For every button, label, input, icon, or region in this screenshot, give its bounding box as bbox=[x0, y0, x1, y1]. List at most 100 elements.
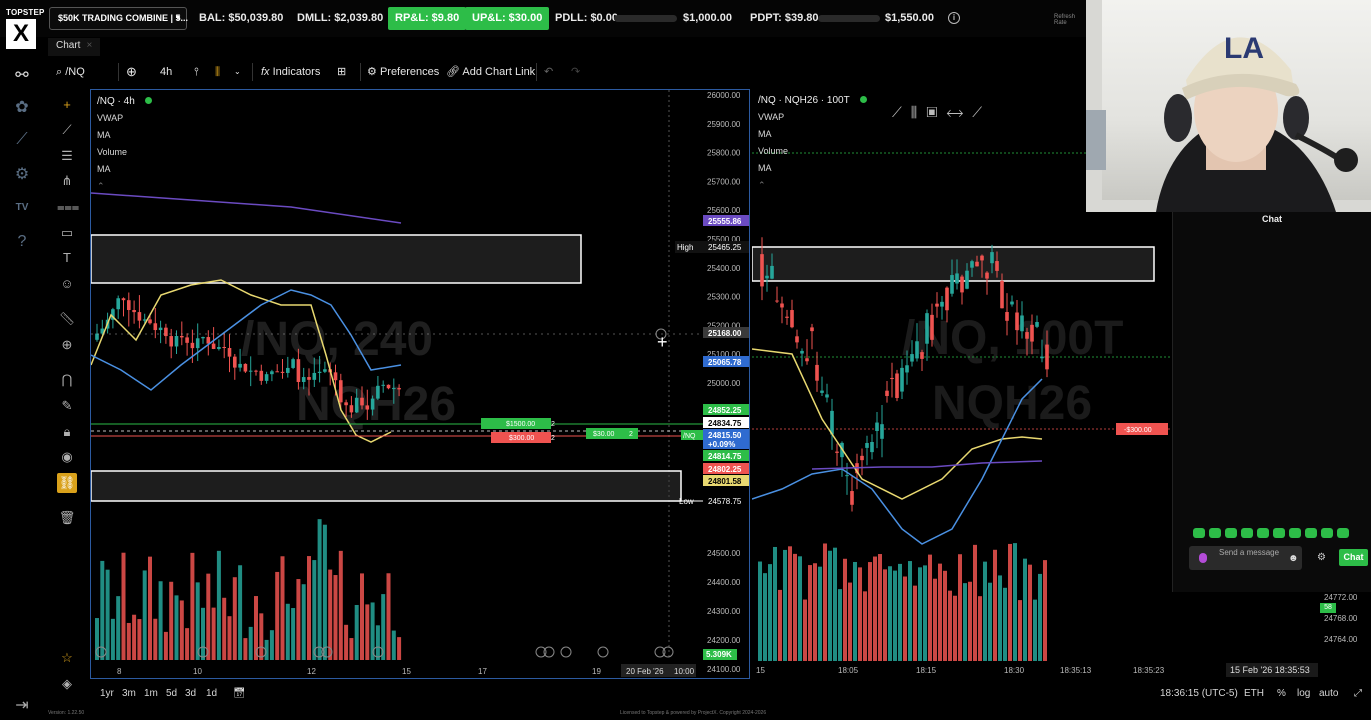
undo-icon[interactable]: ↶ bbox=[544, 64, 553, 80]
left-chart[interactable]: /NQ, 240 NQH26 $1500.00 2 $300.00 2 $30.00 2/NQ… bbox=[90, 89, 750, 679]
bar-style-icon[interactable]: ⫯ bbox=[194, 64, 199, 80]
candle-body bbox=[965, 270, 969, 289]
trendline-icon[interactable]: ⟋ bbox=[57, 120, 77, 140]
legend-volume[interactable]: Volume bbox=[758, 143, 867, 160]
time-axis-label: 18:15 bbox=[916, 666, 937, 675]
log-toggle[interactable]: log bbox=[1297, 688, 1310, 699]
legend-ma-1[interactable]: MA bbox=[758, 126, 867, 143]
date-range-icon[interactable]: 📅︎ bbox=[233, 688, 246, 699]
chevron-up-icon[interactable]: ⌃ bbox=[97, 178, 152, 195]
tv-nav-icon[interactable]: TV bbox=[10, 196, 34, 220]
volume-bar bbox=[391, 630, 396, 660]
chat-settings-icon[interactable]: ⚙ bbox=[1317, 552, 1326, 563]
tab-chart[interactable]: Chart × bbox=[48, 38, 101, 56]
chart-nav-icon[interactable]: ⚯ bbox=[10, 64, 34, 88]
info-icon[interactable]: i bbox=[948, 12, 960, 24]
legend-vwap[interactable]: VWAP bbox=[97, 110, 152, 127]
candle-body bbox=[174, 335, 179, 347]
redo-icon[interactable]: ↷ bbox=[571, 64, 580, 80]
legend-ma-2[interactable]: MA bbox=[758, 160, 867, 177]
session-toggle[interactable]: ETH bbox=[1244, 688, 1264, 699]
fib-icon[interactable]: ⩶ bbox=[57, 197, 79, 217]
range-1d[interactable]: 1d bbox=[206, 688, 217, 699]
range-3m[interactable]: 3m bbox=[122, 688, 136, 699]
text-icon[interactable]: T bbox=[57, 248, 77, 268]
star-icon[interactable]: ☆ bbox=[57, 648, 77, 668]
layout-grid-icon[interactable]: ⊞ bbox=[337, 64, 346, 80]
range-1yr[interactable]: 1yr bbox=[100, 688, 114, 699]
candle-body bbox=[142, 319, 147, 321]
percent-toggle[interactable]: % bbox=[1277, 688, 1286, 699]
lock-icon[interactable]: 🔒︎ bbox=[57, 422, 77, 442]
range-5d[interactable]: 5d bbox=[166, 688, 177, 699]
tab-chart-label: Chart bbox=[56, 40, 81, 51]
logout-icon[interactable]: ⇥ bbox=[10, 694, 34, 718]
candle-body bbox=[280, 371, 285, 373]
volume-bar bbox=[158, 581, 163, 660]
candle-style-icon[interactable]: ⫼ bbox=[215, 64, 220, 80]
add-compare-icon[interactable]: ⊕ bbox=[126, 64, 137, 80]
close-icon[interactable]: × bbox=[86, 40, 92, 51]
topstep-logo[interactable]: TOPSTEP X bbox=[6, 8, 44, 52]
help-nav-icon[interactable]: ? bbox=[10, 230, 34, 254]
preferences-button[interactable]: ⚙ Preferences bbox=[367, 64, 439, 80]
volume-bar bbox=[227, 616, 232, 660]
account-select[interactable]: $50K TRADING COMBINE | 5... ▾ bbox=[49, 7, 188, 30]
link-drawings-icon[interactable]: ⛓ bbox=[57, 473, 77, 493]
rectangle-icon[interactable]: ▭ bbox=[57, 223, 77, 243]
pitchfork-icon[interactable]: ⋔ bbox=[57, 171, 77, 191]
magnet-icon[interactable]: ⋂ bbox=[57, 370, 77, 390]
right-chart-draw-tools[interactable]: ⟋⫼▣⟷⟋ bbox=[892, 104, 1042, 124]
brush-icon[interactable]: ✎ bbox=[57, 396, 77, 416]
settings-nav-icon[interactable]: ⚙ bbox=[10, 163, 34, 187]
candle-body bbox=[222, 346, 226, 349]
time-axis-label: 15 bbox=[402, 667, 411, 676]
legend-volume[interactable]: Volume bbox=[97, 144, 152, 161]
left-chart-canvas[interactable]: /NQ, 240 NQH26 $1500.00 2 $300.00 2 $30.00 2/NQ… bbox=[91, 90, 749, 678]
volume-bar bbox=[873, 556, 877, 661]
price-box-label: 24852.25 bbox=[708, 406, 742, 415]
legend-ma-2[interactable]: MA bbox=[97, 161, 152, 178]
candle-body bbox=[1025, 332, 1029, 339]
eye-icon[interactable]: ◉ bbox=[57, 447, 77, 467]
range-1m[interactable]: 1m bbox=[144, 688, 158, 699]
time-axis-label: 18:05 bbox=[838, 666, 859, 675]
chevron-down-icon[interactable]: ⌄ bbox=[234, 64, 241, 80]
horizontal-lines-icon[interactable]: ☰ bbox=[57, 146, 77, 166]
emoji-icon[interactable]: ☻ bbox=[1288, 553, 1299, 564]
chevron-up-icon[interactable]: ⌃ bbox=[758, 177, 867, 194]
legend-vwap[interactable]: VWAP bbox=[758, 109, 867, 126]
volume-bar bbox=[322, 524, 327, 660]
chat-emote-bar[interactable] bbox=[1193, 528, 1363, 542]
symbol-search[interactable]: ⌕ /NQ bbox=[56, 64, 85, 80]
microphone-icon[interactable] bbox=[1199, 553, 1207, 563]
auto-toggle[interactable]: auto bbox=[1319, 688, 1338, 699]
time-axis-current-box: 15 Feb '26 18:35:53 bbox=[1226, 663, 1318, 677]
price-box-label: 25065.78 bbox=[708, 358, 742, 367]
ruler-icon[interactable]: 📏︎ bbox=[57, 309, 77, 329]
volume-bar bbox=[1028, 564, 1032, 661]
layers-icon[interactable]: ◈ bbox=[57, 674, 77, 694]
add-chart-link-button[interactable]: 🔗︎ Add Chart Link bbox=[446, 64, 535, 80]
volume-bar bbox=[843, 558, 847, 661]
volume-bar bbox=[232, 577, 237, 660]
expand-icon[interactable]: ⤢ bbox=[1354, 688, 1362, 699]
volume-bar bbox=[386, 573, 391, 660]
candle-body bbox=[980, 255, 984, 261]
indicators-button[interactable]: fx Indicators bbox=[261, 64, 320, 80]
volume-bar bbox=[828, 550, 832, 661]
interval-select[interactable]: 4h bbox=[160, 64, 172, 80]
emoji-icon[interactable]: ☺ bbox=[57, 274, 77, 294]
chat-send-button[interactable]: Chat bbox=[1339, 549, 1368, 566]
volume-bar bbox=[338, 550, 343, 660]
trend-nav-icon[interactable]: ⟋ bbox=[10, 128, 34, 152]
zoom-in-icon[interactable]: ⊕ bbox=[57, 335, 77, 355]
legend-ma-1[interactable]: MA bbox=[97, 127, 152, 144]
candle-body bbox=[323, 369, 327, 372]
volume-bar bbox=[963, 583, 967, 661]
trash-icon[interactable]: 🗑︎ bbox=[57, 508, 77, 528]
range-3d[interactable]: 3d bbox=[185, 688, 196, 699]
network-nav-icon[interactable]: ✿ bbox=[10, 96, 34, 120]
candle-body bbox=[195, 338, 200, 349]
crosshair-icon[interactable]: + bbox=[57, 95, 77, 115]
